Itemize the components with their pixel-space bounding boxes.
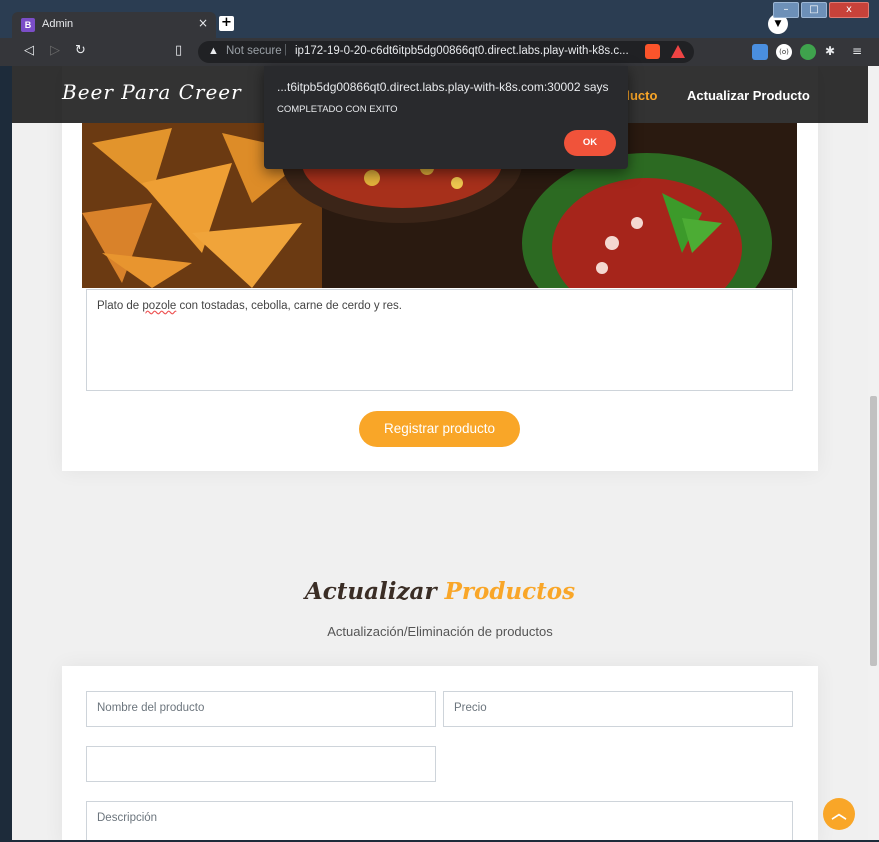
update-section-subtitle: Actualización/Eliminación de productos [327, 624, 553, 639]
back-to-top-button[interactable]: ︿ [823, 798, 855, 830]
menu-icon[interactable]: ≡ [852, 44, 868, 60]
new-tab-button[interactable]: + [219, 16, 234, 31]
product-name-input[interactable]: Nombre del producto [86, 691, 436, 727]
description-text-underlined: pozole [142, 300, 177, 312]
security-label: Not secure [226, 45, 282, 57]
alert-ok-button[interactable]: OK [564, 130, 616, 156]
update-section-title: Actualizar Productos [12, 578, 868, 605]
product-select[interactable] [86, 746, 436, 782]
forward-icon[interactable]: ▷ [50, 43, 60, 58]
translate-icon[interactable] [752, 44, 768, 60]
page-scrollbar[interactable] [868, 66, 879, 840]
extension-icon[interactable]: (o) [776, 44, 792, 60]
brave-rewards-icon[interactable] [671, 45, 685, 58]
globe-extension-icon[interactable] [800, 44, 816, 60]
tab-favicon: B [21, 18, 35, 32]
puzzle-icon[interactable]: ✱ [825, 44, 841, 60]
browser-tab[interactable]: B Admin × [12, 12, 216, 38]
back-icon[interactable]: ◁ [24, 43, 34, 58]
url-separator: | [284, 44, 287, 56]
browser-toolbar: ◁ ▷ ↻ ▯ ▲ Not secure | ip172-19-0-20-c6d… [0, 38, 879, 66]
browser-titlebar: B Admin × + ▼ – □ x [0, 0, 879, 38]
description-textarea[interactable]: Plato de pozole con tostadas, cebolla, c… [86, 289, 793, 391]
brave-shield-icon[interactable] [645, 44, 660, 59]
warning-icon: ▲ [208, 45, 219, 57]
description-text-prefix: Plato de [97, 300, 143, 312]
page-viewport: Beer Para Creer ducto Actualizar Product… [12, 66, 868, 840]
alert-title: ...t6itpb5dg00866qt0.direct.labs.play-wi… [277, 80, 609, 94]
update-description-textarea[interactable]: Descripción [86, 801, 793, 840]
description-text-suffix: con tostadas, cebolla, carne de cerdo y … [176, 300, 402, 312]
minimize-button[interactable]: – [773, 2, 799, 18]
scrollbar-thumb[interactable] [870, 396, 877, 666]
url-text: ip172-19-0-20-c6dt6itpb5dg00866qt0.direc… [295, 45, 629, 57]
tab-title: Admin [42, 18, 74, 30]
price-input[interactable]: Precio [443, 691, 793, 727]
nav-link-update-product[interactable]: Actualizar Producto [687, 88, 810, 103]
alert-dialog: ...t6itpb5dg00866qt0.direct.labs.play-wi… [264, 66, 628, 169]
address-bar[interactable]: ▲ Not secure | ip172-19-0-20-c6dt6itpb5d… [198, 41, 694, 63]
tab-close-icon[interactable]: × [198, 16, 208, 30]
window-close-button[interactable]: x [829, 2, 869, 18]
title-part-1: Actualizar [304, 578, 437, 605]
maximize-button[interactable]: □ [801, 2, 827, 18]
alert-message: COMPLETADO CON EXITO [277, 104, 398, 115]
reload-icon[interactable]: ↻ [75, 43, 86, 58]
bookmark-icon[interactable]: ▯ [175, 43, 182, 58]
title-part-2: Productos [444, 578, 576, 605]
site-logo[interactable]: Beer Para Creer [62, 80, 242, 104]
window-controls: – □ x [773, 2, 869, 18]
register-product-button[interactable]: Registrar producto [359, 411, 520, 447]
